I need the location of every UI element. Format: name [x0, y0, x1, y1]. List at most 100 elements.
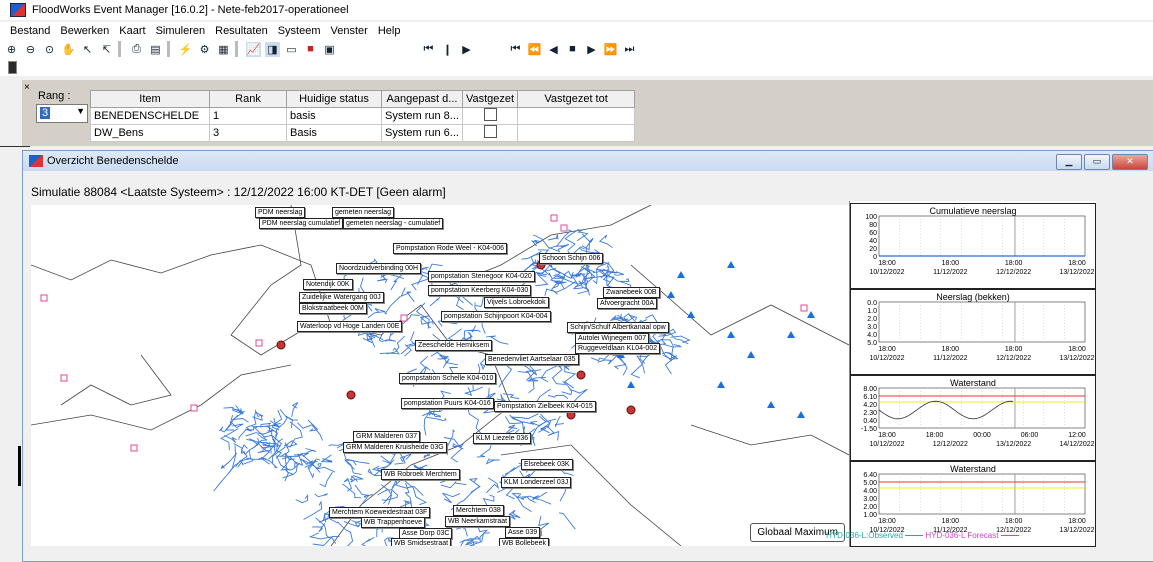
window-title-bar[interactable]: Overzicht Benedenschelde ▁ ▭ ✕: [23, 151, 1153, 171]
map-label[interactable]: pompstation Keerberg K04-030: [428, 285, 532, 296]
table-icon[interactable]: ▦: [216, 42, 231, 57]
menu-bewerken[interactable]: Bewerken: [60, 25, 109, 37]
menu-bestand[interactable]: Bestand: [10, 25, 50, 37]
map-label[interactable]: KLM Liezele 036: [473, 433, 532, 444]
map-label[interactable]: pompstation Schelle K04-010: [399, 373, 497, 384]
map-label[interactable]: Elsrebeek 03K: [521, 459, 573, 470]
map-label[interactable]: Asse 039: [505, 527, 541, 538]
rain-gauge-icon[interactable]: [40, 294, 48, 302]
splitter[interactable]: [18, 446, 21, 486]
layer-pin-icon[interactable]: [8, 61, 17, 74]
rain-gauge-icon[interactable]: [60, 374, 68, 382]
identify-icon[interactable]: ↸: [99, 42, 114, 57]
map-label[interactable]: Benedenvliet Aartselaar 035: [485, 354, 579, 365]
col-item[interactable]: Item: [90, 90, 210, 108]
water-level-station-icon[interactable]: [727, 261, 735, 268]
pump-station-icon[interactable]: [626, 405, 636, 415]
play-icon[interactable]: ▶: [459, 42, 474, 57]
zoom-out-icon[interactable]: ⊖: [23, 42, 38, 57]
zoom-extent-icon[interactable]: ⊙: [42, 42, 57, 57]
rain-gauge-icon[interactable]: [255, 339, 263, 347]
rang-dropdown[interactable]: 3 ▼: [36, 104, 88, 123]
col-rank[interactable]: Rank: [209, 90, 287, 108]
close-window-button[interactable]: ✕: [1112, 154, 1148, 170]
pump-station-icon[interactable]: [276, 340, 286, 350]
map-label[interactable]: PDM neerslag cumulatief: [259, 218, 344, 229]
chart-cumulatieve-neerslag[interactable]: 100 80 60 40 20 0 18:00 18:00 18:00 18:00 10/12/20…: [850, 203, 1096, 289]
water-level-station-icon[interactable]: [717, 381, 725, 388]
map-label[interactable]: KLM Londerzeel 03J: [501, 477, 572, 488]
water-level-station-icon[interactable]: [807, 311, 815, 318]
run-all-icon[interactable]: ⚙: [197, 42, 212, 57]
menu-kaart[interactable]: Kaart: [119, 25, 145, 37]
table-row[interactable]: BENEDENSCHELDE 1 basis System run 8...: [90, 107, 636, 125]
report-icon[interactable]: ▭: [284, 42, 299, 57]
water-level-station-icon[interactable]: [667, 291, 675, 298]
cell-vastgezet-tot[interactable]: [517, 107, 636, 125]
map-label[interactable]: Notendijk 00K: [303, 279, 353, 290]
first-step-icon[interactable]: ⏮: [508, 42, 523, 57]
close-icon[interactable]: ×: [24, 82, 30, 93]
menu-simuleren[interactable]: Simuleren: [156, 25, 206, 37]
map-label[interactable]: GRM Malderen 037: [353, 431, 421, 442]
water-level-station-icon[interactable]: [787, 331, 795, 338]
map-label[interactable]: Waterloop vd Hoge Landen 00E: [297, 321, 403, 332]
last-step-icon[interactable]: ⏭: [622, 42, 637, 57]
map-label[interactable]: pompstation Puurs K04-016: [401, 398, 494, 409]
map-label[interactable]: Pompstation Rode Weel - K04-006: [393, 243, 508, 254]
table-row[interactable]: DW_Bens 3 Basis System run 6...: [90, 124, 636, 142]
col-status[interactable]: Huidige status: [286, 90, 382, 108]
pump-station-icon[interactable]: [566, 410, 576, 420]
map-label[interactable]: pompstation Stenegoor K04-020: [428, 271, 535, 282]
water-level-station-icon[interactable]: [677, 271, 685, 278]
col-vastgezet[interactable]: Vastgezet: [461, 90, 519, 108]
map-label[interactable]: Ruggeveldlaan KL04-002: [575, 343, 661, 354]
rain-gauge-icon[interactable]: [560, 224, 568, 232]
forward-icon[interactable]: ▶: [584, 42, 599, 57]
menu-systeem[interactable]: Systeem: [278, 25, 321, 37]
map-label[interactable]: Schoon Schijn 006: [539, 253, 604, 264]
vastgezet-checkbox[interactable]: [483, 108, 497, 121]
vastgezet-checkbox[interactable]: [483, 125, 497, 138]
chart-icon[interactable]: 📈: [246, 41, 261, 57]
water-level-station-icon[interactable]: [627, 381, 635, 388]
map-label[interactable]: gemeten neerslag: [332, 207, 395, 218]
map-view[interactable]: PDM neerslag gemeten neerslag PDM neersl…: [31, 205, 849, 546]
pump-station-icon[interactable]: [576, 370, 586, 380]
step-back-icon[interactable]: ⏪: [527, 42, 542, 57]
zoom-in-icon[interactable]: ⊕: [4, 42, 19, 57]
map-label[interactable]: gemeten neerslag - cumulatief: [343, 218, 444, 229]
map-label[interactable]: Noordzuidverbinding 00H: [336, 263, 421, 274]
map-label[interactable]: WB Trappenhoeve: [361, 517, 425, 528]
print-preview-icon[interactable]: ▤: [148, 42, 163, 57]
run-icon[interactable]: ⚡: [178, 42, 193, 57]
map-label[interactable]: PDM neerslag: [255, 207, 306, 218]
map-label[interactable]: Zeeschelde Hemiksem: [415, 340, 493, 351]
chart-waterstand-1[interactable]: 8.00 6.10 4.20 2.30 0.40 -1.50 18:00 18:00 00:00…: [850, 375, 1096, 461]
minimize-button[interactable]: ▁: [1056, 154, 1082, 170]
water-level-station-icon[interactable]: [797, 411, 805, 418]
map-label[interactable]: Zwanebeek 00B: [603, 287, 660, 298]
map-layer-icon[interactable]: ◨: [265, 41, 280, 57]
rain-gauge-icon[interactable]: [130, 444, 138, 452]
pan-hand-icon[interactable]: ✋: [61, 42, 76, 57]
map-label[interactable]: WB Robroek Merchtem: [381, 469, 460, 480]
map-label[interactable]: GRM Malderen Kruisheide 03G: [343, 442, 447, 453]
water-level-station-icon[interactable]: [767, 401, 775, 408]
map-label[interactable]: pompstation Schijnpoort K04-004: [441, 311, 551, 322]
map-label[interactable]: Schijn/Schulf Albertkanaal opw: [567, 322, 669, 333]
rain-gauge-icon[interactable]: [550, 214, 558, 222]
water-level-station-icon[interactable]: [727, 331, 735, 338]
alarm-icon[interactable]: ■: [303, 42, 318, 57]
go-start-icon[interactable]: ⏮: [421, 42, 436, 57]
map-label[interactable]: WB Smidsestraat: [391, 538, 452, 546]
settings-icon[interactable]: ▣: [322, 42, 337, 57]
chart-neerslag-bekken[interactable]: 0.0 1.0 2.0 3.0 4.0 5.0 18:00 18:00 18:00 18:00 10…: [850, 289, 1096, 375]
select-pointer-icon[interactable]: ↖: [80, 42, 95, 57]
rain-gauge-icon[interactable]: [800, 304, 808, 312]
menu-help[interactable]: Help: [378, 25, 401, 37]
map-label[interactable]: Vijvels Lobroekdok: [484, 297, 549, 308]
menu-venster[interactable]: Venster: [331, 25, 368, 37]
water-level-station-icon[interactable]: [687, 311, 695, 318]
maximize-button[interactable]: ▭: [1084, 154, 1110, 170]
